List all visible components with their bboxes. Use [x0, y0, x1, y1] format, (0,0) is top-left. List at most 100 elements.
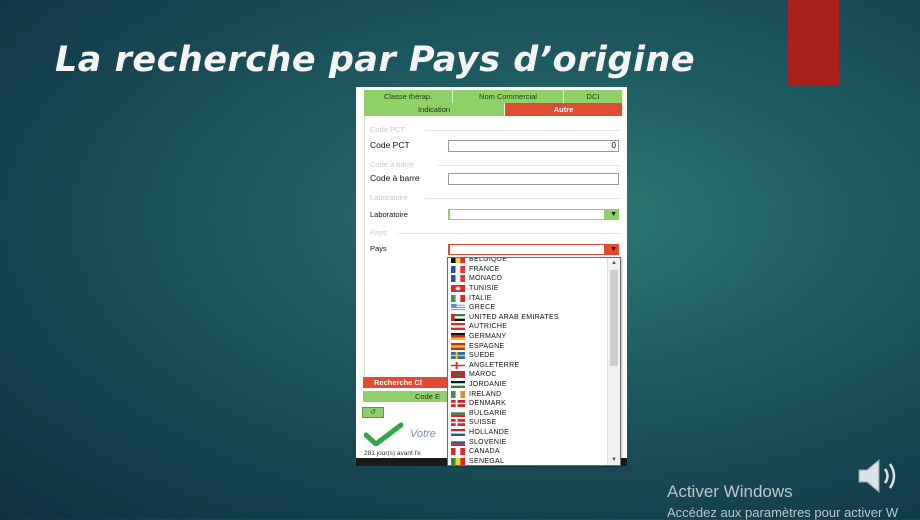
country-option[interactable]: BELGIQUE: [448, 257, 608, 265]
country-option[interactable]: UNITED ARAB EMIRATES: [448, 313, 608, 323]
country-name: HOLLANDE: [469, 428, 510, 436]
flag-icon: [451, 342, 465, 350]
country-name: DENMARK: [469, 400, 507, 408]
scroll-down-icon[interactable]: ▼: [608, 455, 620, 465]
country-option[interactable]: FRANCE: [448, 265, 608, 275]
tab-classe-therap[interactable]: Classe thérap.: [364, 90, 453, 103]
country-list: BELGIQUE FRANCE MONACO TUNISIE ITALIE GRECE UN…: [448, 257, 608, 465]
pays-label: Pays: [370, 244, 387, 253]
country-option[interactable]: GRECE: [448, 303, 608, 313]
code-barre-label: Code à barre: [370, 173, 420, 183]
country-option[interactable]: MAROC: [448, 370, 608, 380]
flag-icon: [451, 448, 465, 456]
dropdown-scrollbar[interactable]: ▲ ▼: [607, 258, 620, 465]
country-option[interactable]: TUNISIE: [448, 284, 608, 294]
section-code-pct: Code PCT: [370, 125, 406, 134]
country-name: SLOVENIE: [469, 438, 507, 446]
country-name: ITALIE: [469, 294, 492, 302]
country-name: TUNISIE: [469, 285, 499, 293]
code-button[interactable]: Code E: [363, 391, 453, 402]
section-laboratoire: Laboratoire: [370, 193, 408, 202]
flag-icon: [451, 400, 465, 408]
country-name: ESPAGNE: [469, 342, 505, 350]
flag-icon: [451, 390, 465, 398]
flag-icon: [451, 323, 465, 331]
scroll-thumb[interactable]: [610, 270, 618, 366]
country-option[interactable]: SLOVENIE: [448, 437, 608, 447]
country-name: JORDANIE: [469, 381, 507, 389]
country-name: IRELAND: [469, 390, 502, 398]
section-divider: [425, 198, 621, 199]
country-name: FRANCE: [469, 265, 500, 273]
country-option[interactable]: SUISSE: [448, 418, 608, 428]
laboratoire-select[interactable]: ▼: [448, 209, 619, 220]
country-name: AUTRICHE: [469, 323, 508, 331]
tab-indication[interactable]: Indication: [364, 103, 505, 116]
slide-title: La recherche par Pays d’origine: [55, 40, 696, 80]
flag-icon: [451, 371, 465, 379]
tab-dci[interactable]: DCI: [564, 90, 623, 103]
pays-dropdown-list[interactable]: BELGIQUE FRANCE MONACO TUNISIE ITALIE GRECE UN…: [447, 257, 621, 466]
country-name: ANGLETERRE: [469, 361, 520, 369]
flag-icon: [451, 304, 465, 312]
country-option[interactable]: CANADA: [448, 447, 608, 457]
section-divider: [397, 233, 621, 234]
country-name: MONACO: [469, 275, 503, 283]
flag-icon: [451, 285, 465, 293]
country-option[interactable]: SUEDE: [448, 351, 608, 361]
flag-icon: [451, 457, 465, 465]
country-name: BELGIQUE: [469, 257, 508, 264]
tab-autre[interactable]: Autre: [505, 103, 623, 116]
country-option[interactable]: ESPAGNE: [448, 341, 608, 351]
country-option[interactable]: GERMANY: [448, 332, 608, 342]
flag-icon: [451, 294, 465, 302]
checkmark-icon: [364, 422, 404, 446]
pays-select[interactable]: ▼: [448, 244, 619, 255]
flag-icon: [451, 409, 465, 417]
scroll-up-icon[interactable]: ▲: [608, 258, 620, 268]
country-option[interactable]: MONACO: [448, 274, 608, 284]
country-name: SUEDE: [469, 352, 495, 360]
flag-icon: [451, 361, 465, 369]
tab-nom-commercial[interactable]: Nom Commercial: [453, 90, 564, 103]
accent-block: [788, 0, 839, 85]
country-option[interactable]: IRELAND: [448, 389, 608, 399]
country-option[interactable]: AUTRICHE: [448, 322, 608, 332]
activation-watermark-title: Activer Windows: [667, 482, 793, 501]
flag-icon: [451, 428, 465, 436]
country-option[interactable]: JORDANIE: [448, 380, 608, 390]
code-pct-label: Code PCT: [370, 140, 410, 150]
country-option[interactable]: HOLLANDE: [448, 428, 608, 438]
country-name: CANADA: [469, 448, 500, 456]
flag-icon: [451, 352, 465, 360]
code-pct-input[interactable]: 0: [448, 140, 619, 152]
flag-icon: [451, 438, 465, 446]
speaker-icon[interactable]: [855, 454, 903, 498]
tab-row-1: Classe thérap. Nom Commercial DCI: [364, 90, 623, 103]
country-option[interactable]: DENMARK: [448, 399, 608, 409]
country-option[interactable]: ITALIE: [448, 293, 608, 303]
chevron-down-icon: ▼: [610, 246, 617, 253]
country-option[interactable]: ANGLETERRE: [448, 361, 608, 371]
chevron-down-icon: ▼: [610, 211, 617, 218]
code-barre-input[interactable]: [448, 173, 619, 185]
days-remaining-text: 281 jour(s) avant l'e: [364, 450, 421, 457]
country-name: SENEGAL: [469, 457, 505, 465]
country-option[interactable]: BULGARIE: [448, 409, 608, 419]
section-pays: Pays: [370, 228, 387, 237]
flag-icon: [451, 265, 465, 273]
section-divider: [425, 130, 621, 131]
country-name: MAROC: [469, 371, 497, 379]
flag-icon: [451, 333, 465, 341]
country-option[interactable]: SENEGAL: [448, 456, 608, 465]
tab-row-2: Indication Autre: [364, 103, 623, 116]
country-name: UNITED ARAB EMIRATES: [469, 313, 559, 321]
laboratoire-select-field: [450, 210, 604, 219]
country-name: SUISSE: [469, 419, 497, 427]
refresh-icon[interactable]: ↺: [362, 407, 384, 418]
flag-icon: [451, 313, 465, 321]
pays-select-field: [450, 245, 604, 254]
status-message: Votre: [410, 428, 436, 440]
section-code-barre: Code à barre: [370, 160, 414, 169]
flag-icon: [451, 381, 465, 389]
